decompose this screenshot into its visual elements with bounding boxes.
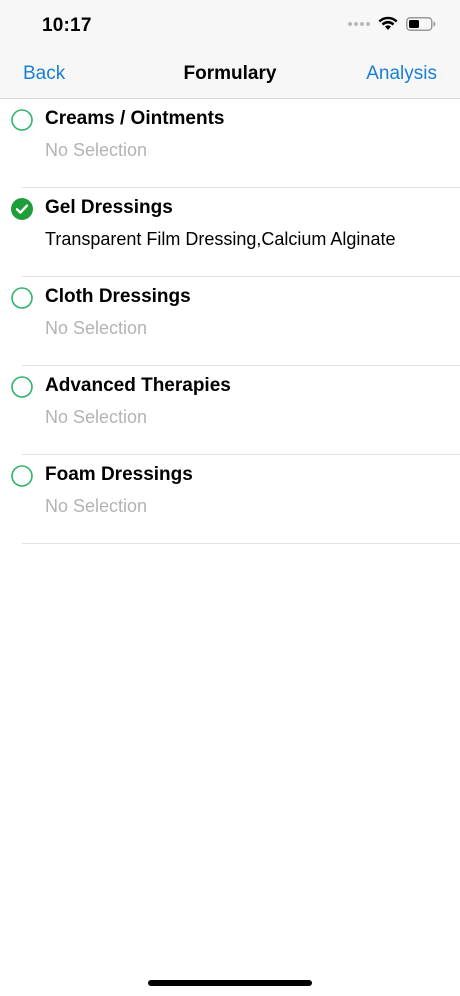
status-bar: 10:17 (0, 0, 460, 50)
unchecked-circle-icon[interactable] (11, 287, 33, 309)
list-item-advanced-therapies[interactable]: Advanced Therapies No Selection (11, 366, 460, 455)
navigation-bar: Back Formulary Analysis (0, 50, 460, 99)
list-item-subtitle: No Selection (45, 140, 148, 160)
list-item-subtitle: No Selection (45, 318, 148, 338)
formulary-list: Creams / Ointments No Selection Gel Dres… (0, 99, 460, 544)
analysis-button[interactable]: Analysis (366, 63, 437, 85)
status-icons (348, 16, 436, 31)
list-item-creams-ointments[interactable]: Creams / Ointments No Selection (11, 99, 460, 188)
list-item-title: Advanced Therapies (45, 375, 231, 396)
cellular-signal-icon (348, 21, 370, 26)
list-item-title: Cloth Dressings (45, 286, 191, 307)
wifi-icon (378, 16, 398, 30)
list-item-subtitle: Transparent Film Dressing,Calcium Algina… (45, 229, 396, 249)
unchecked-circle-icon[interactable] (11, 376, 33, 398)
status-time: 10:17 (42, 15, 92, 36)
unchecked-circle-icon[interactable] (11, 109, 33, 131)
list-item-foam-dressings[interactable]: Foam Dressings No Selection (11, 455, 460, 544)
battery-icon (406, 16, 436, 31)
list-item-title: Creams / Ointments (45, 108, 225, 129)
list-item-subtitle: No Selection (45, 407, 148, 427)
home-indicator[interactable] (148, 980, 312, 986)
list-item-cloth-dressings[interactable]: Cloth Dressings No Selection (11, 277, 460, 366)
list-item-title: Gel Dressings (45, 197, 173, 218)
list-item-title: Foam Dressings (45, 464, 193, 485)
list-item-subtitle: No Selection (45, 496, 148, 516)
unchecked-circle-icon[interactable] (11, 465, 33, 487)
list-item-gel-dressings[interactable]: Gel Dressings Transparent Film Dressing,… (11, 188, 460, 277)
checked-circle-icon[interactable] (11, 198, 33, 220)
